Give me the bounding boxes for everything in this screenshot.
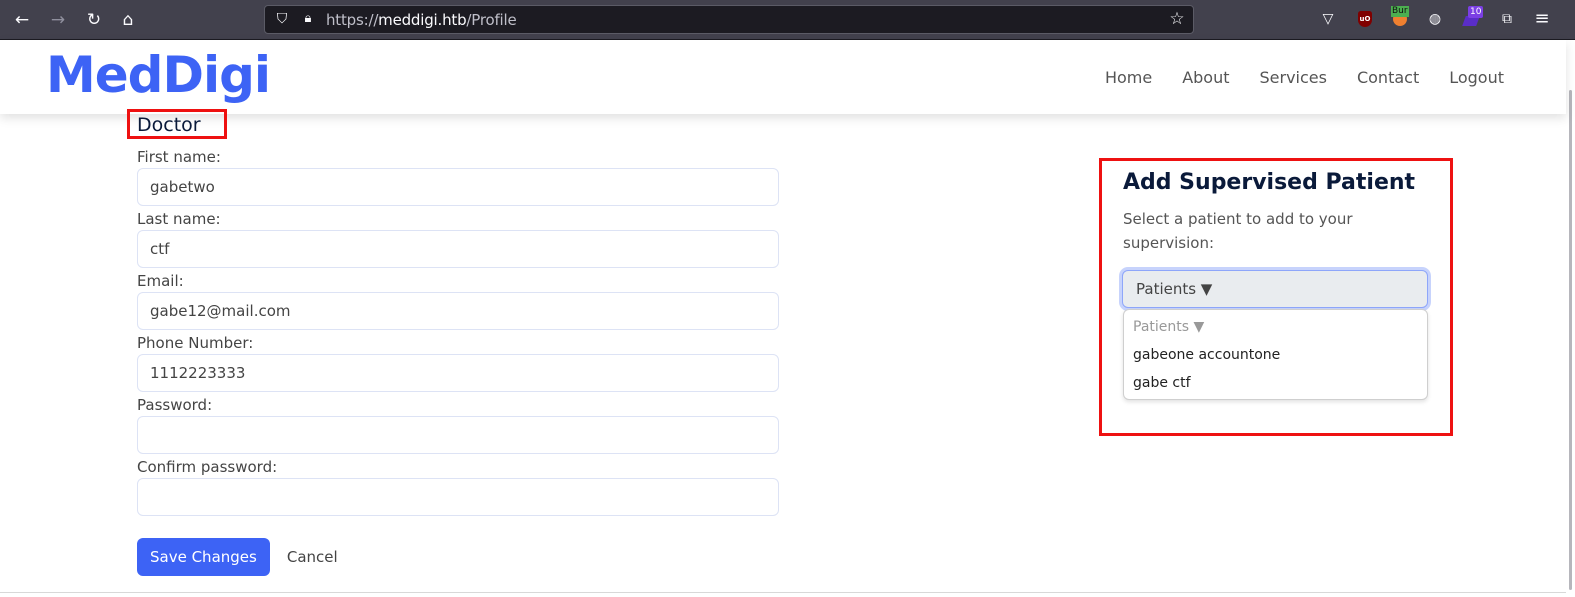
add-supervised-patient-heading: Add Supervised Patient: [1123, 170, 1416, 195]
main-nav: Home About Services Contact Logout: [1105, 68, 1504, 87]
nav-services[interactable]: Services: [1260, 68, 1327, 87]
burp-badge: Bur: [1391, 6, 1409, 17]
ublock-origin-icon[interactable]: uO: [1358, 11, 1372, 27]
nav-contact[interactable]: Contact: [1357, 68, 1419, 87]
phone-number-input[interactable]: [137, 354, 779, 392]
save-changes-button[interactable]: Save Changes: [137, 538, 270, 576]
back-icon[interactable]: ←: [10, 8, 34, 32]
site-logo[interactable]: MedDigi: [46, 46, 271, 104]
nav-logout[interactable]: Logout: [1449, 68, 1504, 87]
patient-dropdown-list: Patients ▼ gabeone accountone gabe ctf: [1123, 309, 1428, 400]
confirm-password-input[interactable]: [137, 478, 779, 516]
page: MedDigi Home About Services Contact Logo…: [0, 40, 1575, 597]
password-input[interactable]: [137, 416, 779, 454]
pocket-icon[interactable]: ▽: [1317, 8, 1339, 30]
forward-icon[interactable]: →: [46, 8, 70, 32]
nav-home[interactable]: Home: [1105, 68, 1152, 87]
address-bar[interactable]: ⛉ 🔒︎ https://meddigi.htb/Profile ☆: [264, 5, 1194, 34]
home-icon[interactable]: ⌂: [116, 8, 140, 32]
url-text[interactable]: https://meddigi.htb/Profile: [326, 11, 517, 29]
page-scrollbar-thumb[interactable]: [1569, 90, 1572, 590]
site-header: MedDigi Home About Services Contact Logo…: [0, 40, 1566, 114]
patient-option[interactable]: gabe ctf: [1124, 372, 1427, 400]
last-name-input[interactable]: [137, 230, 779, 268]
first-name-input[interactable]: [137, 168, 779, 206]
browser-toolbar: ← → ↻ ⌂ ⛉ 🔒︎ https://meddigi.htb/Profile…: [0, 0, 1575, 40]
bookmark-star-icon[interactable]: ☆: [1167, 9, 1187, 29]
cancel-button[interactable]: Cancel: [287, 548, 338, 566]
page-bottom-divider: [0, 592, 1566, 593]
extensions-puzzle-icon[interactable]: ⧉: [1496, 8, 1518, 30]
reload-icon[interactable]: ↻: [82, 8, 106, 32]
email-input[interactable]: [137, 292, 779, 330]
url-host: meddigi.htb: [378, 11, 467, 29]
url-scheme: https://: [326, 11, 379, 29]
confirm-password-label: Confirm password:: [137, 458, 278, 476]
cookie-extension-icon[interactable]: ◍: [1424, 8, 1446, 30]
lock-warning-icon[interactable]: 🔒︎: [299, 10, 317, 28]
url-path: /Profile: [466, 11, 517, 29]
email-label: Email:: [137, 272, 184, 290]
user-role-label: Doctor: [137, 114, 201, 136]
hamburger-menu-icon[interactable]: ≡: [1531, 8, 1553, 30]
patient-select[interactable]: Patients ▼: [1122, 270, 1428, 308]
patient-option-placeholder[interactable]: Patients ▼: [1124, 316, 1427, 344]
profile-form: First name: Last name: Email: Phone Numb…: [137, 146, 779, 518]
form-actions: Save Changes Cancel: [137, 538, 338, 576]
first-name-label: First name:: [137, 148, 221, 166]
extension-count-badge: 10: [1468, 6, 1484, 18]
nav-about[interactable]: About: [1182, 68, 1229, 87]
patient-option[interactable]: gabeone accountone: [1124, 344, 1427, 372]
last-name-label: Last name:: [137, 210, 221, 228]
tracking-shield-icon[interactable]: ⛉: [273, 10, 291, 28]
phone-number-label: Phone Number:: [137, 334, 254, 352]
supervise-description: Select a patient to add to your supervis…: [1123, 210, 1353, 252]
password-label: Password:: [137, 396, 213, 414]
